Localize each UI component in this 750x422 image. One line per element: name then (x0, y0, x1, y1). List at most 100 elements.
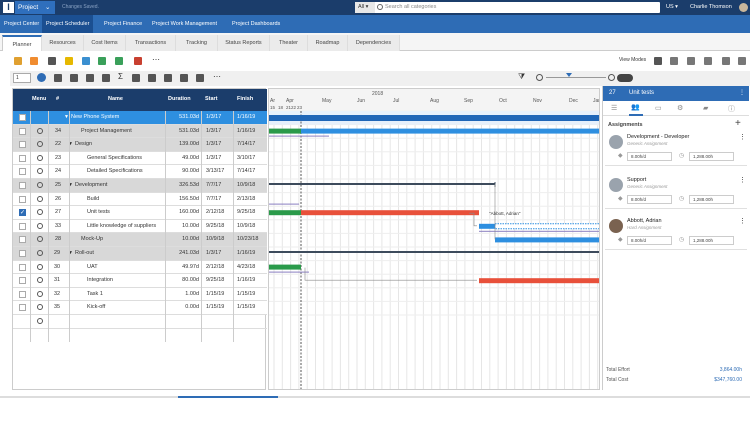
bottom-scrollbar[interactable] (0, 396, 750, 398)
copy-icon[interactable] (115, 57, 123, 65)
col-duration[interactable]: Duration (168, 96, 191, 102)
task-name[interactable]: Unit tests (87, 206, 110, 219)
gear-icon[interactable] (37, 277, 43, 284)
task-duration[interactable]: 531.03d (165, 125, 199, 138)
search-scope[interactable]: All ▾ (355, 2, 375, 13)
task-finish[interactable]: 7/14/17 (237, 165, 255, 178)
row-checkbox[interactable] (19, 236, 26, 244)
row-checkbox[interactable] (19, 168, 26, 176)
task-finish[interactable]: 1/15/19 (237, 301, 255, 314)
task-name[interactable]: Project Management (81, 125, 132, 138)
row-checkbox[interactable] (19, 195, 26, 203)
task-finish[interactable]: 9/25/18 (237, 206, 255, 219)
add-icon[interactable] (14, 57, 22, 65)
table-row[interactable]: ✓ 27 Unit tests 160.00d 2/12/18 9/25/18 (13, 206, 267, 220)
task-finish[interactable]: 1/16/19 (237, 111, 255, 124)
resource-icon[interactable]: ⚙ (677, 104, 683, 112)
indent-icon[interactable] (54, 74, 62, 82)
task-name[interactable]: Development (75, 179, 107, 192)
row-checkbox[interactable] (19, 141, 26, 149)
table-row[interactable]: 22 ▼ Design 139.00d 1/3/17 7/14/17 (13, 138, 267, 152)
task-finish[interactable]: 4/23/18 (237, 261, 255, 274)
view-compare-icon[interactable] (687, 57, 695, 65)
row-checkbox[interactable] (19, 277, 26, 285)
tab-theater[interactable]: Theater (270, 35, 308, 51)
task-finish[interactable]: 7/14/17 (237, 138, 255, 151)
task-duration[interactable]: 139.00d (165, 138, 199, 151)
view-fullscreen-icon[interactable] (722, 57, 730, 65)
gear-icon[interactable] (37, 195, 43, 202)
gear-icon[interactable] (37, 304, 43, 311)
gear-icon[interactable] (37, 182, 43, 188)
task-start[interactable]: 7/7/17 (206, 179, 221, 192)
task-start[interactable]: 1/3/17 (206, 125, 221, 138)
gear-icon[interactable] (37, 263, 43, 270)
task-finish[interactable]: 3/10/17 (237, 152, 255, 165)
table-row[interactable]: 30 UAT 49.97d 2/12/18 4/23/18 (13, 260, 267, 275)
level-select[interactable]: 1 (13, 73, 31, 83)
task-name[interactable]: General Specifications (87, 152, 142, 165)
edit-icon[interactable] (48, 57, 56, 65)
task-name[interactable]: Task 1 (87, 288, 103, 301)
zoom-slider[interactable] (546, 77, 606, 78)
info-icon[interactable]: ⓘ (728, 104, 735, 114)
tab-transactions[interactable]: Transactions (126, 35, 176, 51)
details-icon[interactable]: ☰ (611, 104, 617, 112)
tab-project-center[interactable]: Project Center (0, 15, 43, 33)
assignment-card[interactable]: Support Generic Assignment ⋮ ◆ 8.00h/d ◷… (605, 174, 747, 209)
tab-planner[interactable]: Planner (2, 35, 42, 51)
task-name[interactable]: Detailed Specifications (87, 165, 143, 178)
export-icon[interactable] (98, 57, 106, 65)
table-row[interactable]: 31 Integration 80.00d 9/25/18 1/16/19 (13, 274, 267, 288)
task-finish[interactable]: 1/15/19 (237, 288, 255, 301)
task-start[interactable]: 1/15/19 (206, 301, 224, 314)
col-name[interactable]: Name (108, 96, 123, 102)
task-duration[interactable]: 80.00d (165, 274, 199, 287)
more-icon[interactable]: ⋯ (213, 72, 221, 81)
task-start[interactable]: 1/3/17 (206, 111, 221, 124)
tab-project-scheduler[interactable]: Project Scheduler (42, 15, 94, 33)
task-start[interactable]: 2/12/18 (206, 261, 224, 274)
gantt-chart[interactable]: 2018 Ar Apr May Jun Jul Aug Sep Oct Nov Dec Jan 1518… (268, 88, 600, 390)
task-start[interactable]: 7/7/17 (206, 193, 221, 206)
task-finish[interactable]: 10/9/18 (237, 179, 255, 192)
table-row[interactable]: ▼ New Phone System 531.03d 1/3/17 1/16/19 (13, 111, 267, 125)
tab-cost-items[interactable]: Cost Items (84, 35, 126, 51)
effort-field[interactable]: 8.00h/d (627, 236, 672, 245)
more-icon[interactable]: ⋯ (152, 55, 160, 64)
task-name[interactable]: Mock-Up (81, 233, 103, 246)
gear-icon[interactable] (37, 154, 43, 161)
row-checkbox[interactable] (19, 304, 26, 312)
task-start[interactable]: 1/3/17 (206, 138, 221, 151)
task-start[interactable]: 3/13/17 (206, 165, 224, 178)
cost-icon[interactable]: ▭ (655, 104, 662, 112)
hours-field[interactable]: 1,288.00h (689, 152, 734, 161)
view-sync-icon[interactable] (704, 57, 712, 65)
add-task-icon[interactable] (37, 73, 46, 82)
search-bar[interactable]: All ▾ Search all categories (355, 2, 660, 13)
task-name[interactable]: Roll-out (75, 247, 94, 260)
task-finish[interactable]: 2/13/18 (237, 193, 255, 206)
move-up-icon[interactable] (86, 74, 94, 82)
tab-project-work-management[interactable]: Project Work Management (148, 15, 221, 33)
row-checkbox[interactable] (19, 114, 26, 121)
zoom-in-icon[interactable] (608, 74, 615, 81)
app-logo[interactable]: I (3, 2, 14, 13)
task-start[interactable]: 1/3/17 (206, 247, 221, 260)
tab-roadmap[interactable]: Roadmap (308, 35, 348, 51)
row-checkbox[interactable] (19, 182, 26, 189)
task-finish[interactable]: 10/9/18 (237, 220, 255, 233)
row-checkbox[interactable] (19, 127, 26, 135)
gear-icon[interactable] (37, 209, 43, 216)
task-start[interactable]: 2/12/18 (206, 206, 224, 219)
assign-user-icon[interactable] (164, 74, 172, 82)
add-assignment-icon[interactable]: + (735, 118, 741, 129)
user-name[interactable]: Charlie Thomson (690, 0, 732, 15)
gear-icon[interactable] (37, 318, 43, 324)
task-duration[interactable]: 49.00d (165, 152, 199, 165)
hours-field[interactable]: 1,288.00h (689, 236, 734, 245)
outdent-icon[interactable] (70, 74, 78, 82)
project-menu[interactable]: Project ⌄ (15, 1, 55, 14)
task-duration[interactable]: 0.00d (165, 301, 199, 314)
remove-user-icon[interactable] (180, 74, 188, 82)
